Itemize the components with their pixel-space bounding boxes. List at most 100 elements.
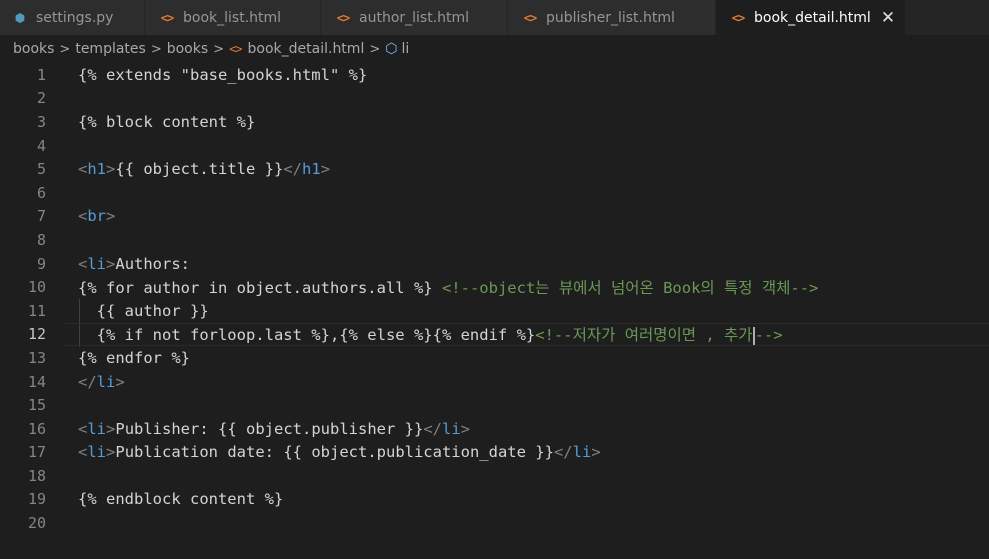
- code-line[interactable]: 10 {% for author in object.authors.all %}…: [0, 275, 989, 299]
- line-number: 8: [36, 230, 46, 249]
- breadcrumb-item[interactable]: books: [13, 41, 54, 57]
- code-token: {% extends "base_books.html" %}: [78, 65, 368, 84]
- code-line[interactable]: 17 <li>Publication date: {{ object.public…: [0, 441, 989, 465]
- code-token: <: [78, 160, 88, 179]
- breadcrumb-item[interactable]: books: [167, 41, 208, 57]
- line-number: 10: [27, 278, 46, 297]
- code-line[interactable]: 8: [0, 228, 989, 252]
- code-text: <h1>{{ object.title }}</h1>: [78, 160, 330, 178]
- code-line[interactable]: 1 {% extends "base_books.html" %}: [0, 63, 989, 87]
- breadcrumb-label: li: [401, 41, 410, 57]
- code-token: {% endblock content %}: [78, 490, 284, 509]
- code-token: </: [553, 443, 573, 462]
- line-number: 6: [36, 183, 46, 202]
- code-line[interactable]: 16 <li>Publisher: {{ object.publisher }}<…: [0, 417, 989, 441]
- code-line[interactable]: 9 <li>Authors:: [0, 252, 989, 276]
- code-token: </: [423, 419, 442, 438]
- code-text: {% extends "base_books.html" %}: [78, 66, 367, 84]
- symbol-cube-icon: ⬡: [385, 41, 398, 57]
- tab-label: publisher_list.html: [546, 9, 675, 26]
- code-token: </: [283, 160, 303, 179]
- code-token: <: [78, 207, 88, 226]
- code-token: {% for author in object.authors.all %}: [78, 279, 442, 298]
- tab-publisher-list-html[interactable]: <> publisher_list.html: [508, 0, 716, 35]
- code-line[interactable]: 15: [0, 393, 989, 417]
- code-token: h1: [302, 160, 321, 179]
- code-token: {% block content %}: [78, 112, 256, 131]
- line-number: 15: [27, 396, 46, 415]
- breadcrumb-label: templates: [75, 41, 146, 57]
- code-line[interactable]: 19 {% endblock content %}: [0, 488, 989, 512]
- code-token: h1: [87, 160, 107, 179]
- breadcrumb-label: books: [166, 41, 209, 57]
- code-token: li: [572, 443, 592, 462]
- close-icon[interactable]: ✕: [881, 8, 895, 28]
- code-text: <br>: [78, 207, 115, 225]
- code-text: <li>Publisher: {{ object.publisher }}</l…: [78, 420, 470, 438]
- code-token: li: [96, 372, 116, 391]
- tab-book-detail-html[interactable]: <> book_detail.html ✕: [716, 0, 907, 35]
- breadcrumb-item[interactable]: ⬡ li: [385, 41, 409, 57]
- code-line[interactable]: 5 <h1>{{ object.title }}</h1>: [0, 157, 989, 181]
- code-text: {% block content %}: [78, 113, 255, 131]
- chevron-right-icon: >: [369, 41, 381, 57]
- code-token: <!--저자가 여러명이면 , 추가: [535, 326, 753, 345]
- tab-settings-py[interactable]: ⬢ settings.py: [0, 0, 145, 35]
- tab-label: book_list.html: [183, 9, 282, 26]
- code-line[interactable]: 13 {% endfor %}: [0, 346, 989, 370]
- code-line[interactable]: 11 {{ author }}: [0, 299, 989, 323]
- code-token: {% if not forloop.last %},{% else %}{% e…: [78, 326, 536, 345]
- line-number: 3: [36, 112, 46, 131]
- code-line[interactable]: 3 {% block content %}: [0, 110, 989, 134]
- line-number: 11: [27, 301, 46, 320]
- code-token: >: [106, 207, 116, 226]
- line-number: 7: [36, 207, 46, 226]
- tab-author-list-html[interactable]: <> author_list.html: [321, 0, 508, 35]
- code-token: >: [115, 372, 125, 391]
- html-icon: <>: [160, 10, 174, 25]
- code-text: {% endblock content %}: [78, 490, 283, 508]
- line-number: 20: [27, 514, 46, 533]
- tab-label: author_list.html: [359, 9, 470, 26]
- code-line[interactable]: 7 <br>: [0, 205, 989, 229]
- code-editor[interactable]: 1 {% extends "base_books.html" %} 2 3 {% blo…: [0, 63, 989, 535]
- breadcrumb-item[interactable]: templates: [75, 41, 146, 57]
- code-line[interactable]: 18: [0, 464, 989, 488]
- breadcrumb-label: book_detail.html: [247, 41, 365, 57]
- code-text: {% if not forloop.last %},{% else %}{% e…: [78, 323, 783, 345]
- code-line[interactable]: 6: [0, 181, 989, 205]
- code-token: {{ object.title }}: [115, 160, 284, 179]
- code-token: li: [441, 419, 461, 438]
- code-token: li: [87, 419, 107, 438]
- code-line[interactable]: 4: [0, 134, 989, 158]
- code-line[interactable]: 14 </li>: [0, 370, 989, 394]
- code-token: -->: [754, 326, 783, 345]
- code-text: {% for author in object.authors.all %} <…: [78, 276, 818, 298]
- code-line[interactable]: 20: [0, 511, 989, 535]
- code-text: <li>Publication date: {{ object.publicat…: [78, 443, 601, 461]
- line-number: 2: [36, 89, 46, 108]
- code-token: >: [106, 160, 116, 179]
- breadcrumb-item[interactable]: <> book_detail.html: [229, 41, 364, 57]
- code-token: <!--object는 뷰에서 넘어온 Book의 특정 객체-->: [441, 279, 819, 298]
- code-text: <li>Authors:: [78, 255, 190, 273]
- code-line[interactable]: 2: [0, 87, 989, 111]
- code-token: Publication date: {{ object.publication_…: [115, 443, 554, 462]
- chevron-right-icon: >: [213, 41, 225, 57]
- line-number: 17: [27, 443, 46, 462]
- code-token: >: [106, 254, 116, 273]
- code-token: <: [78, 254, 88, 273]
- code-token: </: [78, 372, 97, 391]
- tab-bar: ⬢ settings.py <> book_list.html <> author_lis…: [0, 0, 989, 35]
- html-icon: <>: [336, 10, 350, 25]
- chevron-right-icon: >: [150, 41, 162, 57]
- code-line[interactable]: 12 {% if not forloop.last %},{% else %}{…: [0, 322, 989, 347]
- python-icon: ⬢: [14, 10, 26, 25]
- breadcrumb: books > templates > books > <> book_detail.html…: [0, 35, 989, 63]
- html-icon: <>: [523, 10, 537, 25]
- code-token: li: [87, 254, 107, 273]
- line-number: 13: [27, 348, 46, 367]
- tab-book-list-html[interactable]: <> book_list.html: [145, 0, 321, 35]
- code-text: </li>: [78, 373, 125, 391]
- code-token: Publisher: {{ object.publisher }}: [115, 419, 424, 438]
